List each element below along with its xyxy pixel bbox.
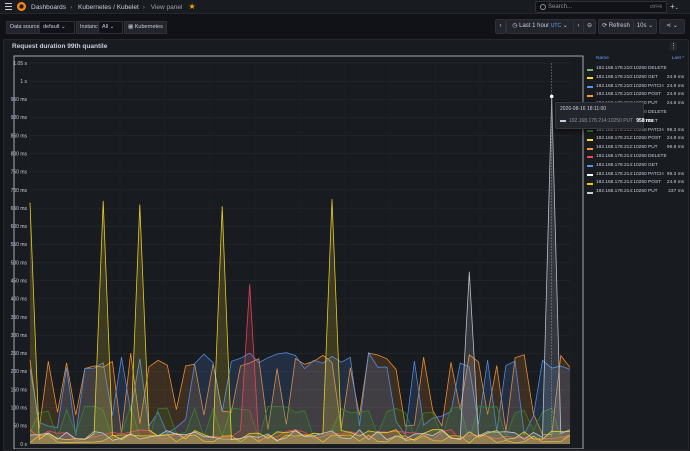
y-tick-label: 700 ms — [11, 188, 28, 194]
legend-swatch — [587, 130, 593, 133]
y-tick-label: 1 s — [20, 79, 27, 85]
legend-last-value: 24.9 ms — [666, 74, 684, 80]
y-tick-label: 750 ms — [11, 170, 28, 176]
tooltip-series: 192.168.178.214:10250 PUT — [569, 118, 634, 124]
legend-item[interactable]: 192.168.178.214:10250 GET — [587, 162, 690, 171]
y-tick-label: 1.05 s — [13, 61, 27, 67]
tooltip-value: 958 ms — [636, 118, 654, 124]
y-tick-label: 50 ms — [13, 424, 27, 430]
y-tick-label: 650 ms — [11, 206, 28, 212]
legend-item[interactable]: 192.168.178.210:10250 DELETE — [587, 65, 690, 74]
y-tick-label: 900 ms — [11, 115, 28, 121]
y-tick-label: 450 ms — [11, 279, 28, 285]
y-tick-label: 350 ms — [11, 315, 28, 321]
y-tick-label: 300 ms — [11, 333, 28, 339]
legend-last-value: 24.8 ms — [666, 101, 684, 107]
legend-swatch — [587, 94, 593, 97]
legend-swatch — [587, 86, 593, 89]
tooltip-swatch — [560, 119, 566, 122]
legend-last-value: 237 ms — [668, 189, 684, 195]
legend-series-name: 192.168.178.214:10250 PATCH — [596, 171, 664, 177]
legend-header: Name Last * — [587, 56, 690, 65]
legend-swatch — [587, 191, 593, 194]
legend-series-name: 192.168.178.212:10250 PUT — [596, 145, 658, 151]
hover-tooltip: 2026-08-16 18:11:00 192.168.178.214:1025… — [555, 102, 653, 129]
y-tick-label: 200 ms — [11, 369, 28, 375]
legend-item[interactable]: 192.168.178.214:10250 DELETE — [587, 153, 690, 162]
legend-item[interactable]: 192.168.178.210:10250 POST 24.8 ms — [587, 91, 690, 100]
legend-last-value: 99.3 ms — [666, 127, 684, 133]
legend-rows: 192.168.178.210:10250 DELETE 192.168.178.… — [587, 65, 690, 197]
legend-last-value: 96.8 ms — [666, 145, 684, 151]
legend-swatch — [587, 68, 593, 71]
legend-header-last[interactable]: Last * — [672, 56, 684, 61]
hover-point — [549, 94, 554, 99]
legend-last-value: 24.8 ms — [666, 92, 684, 98]
tooltip-row: 192.168.178.214:10250 PUT 958 ms — [560, 118, 653, 124]
legend-swatch — [587, 174, 593, 177]
y-tick-label: 250 ms — [11, 351, 28, 357]
y-tick-label: 950 ms — [11, 97, 28, 103]
legend-series-name: 192.168.178.214:10250 PUT — [596, 189, 658, 195]
legend-series-name: 192.168.178.214:10250 POST — [596, 180, 662, 186]
tooltip-time: 2026-08-16 18:11:00 — [560, 106, 607, 112]
legend-item[interactable]: 192.168.178.212:10250 POST 24.8 ms — [587, 135, 690, 144]
y-tick-label: 800 ms — [11, 152, 28, 158]
legend-item[interactable]: 192.168.178.214:10250 POST 24.8 ms — [587, 179, 690, 188]
y-tick-label: 550 ms — [11, 242, 28, 248]
legend-series-name: 192.168.178.210:10250 GET — [596, 74, 658, 80]
legend-header-name[interactable]: Name — [596, 56, 609, 61]
legend-series-name: 192.168.178.210:10250 DELETE — [596, 66, 667, 71]
legend-last-value: 24.8 ms — [666, 180, 684, 186]
legend-swatch — [587, 165, 593, 168]
legend-item[interactable]: 192.168.178.210:10250 GET 24.9 ms — [587, 74, 690, 83]
legend-swatch — [587, 182, 593, 185]
legend-item[interactable]: 192.168.178.210:10250 PATCH 24.8 ms — [587, 83, 690, 92]
legend-series-name: 192.168.178.210:10250 PATCH — [596, 83, 664, 89]
legend-series-name: 192.168.178.212:10250 POST — [596, 136, 662, 142]
legend-item[interactable]: 192.168.178.214:10250 PATCH 99.3 ms — [587, 171, 690, 180]
legend-series-name: 192.168.178.214:10250 GET — [596, 162, 658, 168]
legend-last-value: 24.8 ms — [666, 83, 684, 89]
legend-swatch — [587, 138, 593, 141]
legend-swatch — [587, 147, 593, 150]
y-tick-label: 0 s — [20, 442, 27, 448]
y-tick-label: 400 ms — [11, 297, 28, 303]
legend-swatch — [587, 77, 593, 80]
legend-swatch — [587, 156, 593, 159]
legend-last-value: 24.8 ms — [666, 136, 684, 142]
y-tick-label: 600 ms — [11, 224, 28, 230]
legend-last-value: 99.3 ms — [666, 171, 684, 177]
legend-series-name: 192.168.178.214:10250 DELETE — [596, 153, 667, 159]
y-tick-label: 100 ms — [11, 406, 28, 412]
y-tick-label: 500 ms — [11, 260, 28, 266]
legend-item[interactable]: 192.168.178.214:10250 PUT 237 ms — [587, 188, 690, 197]
legend-series-name: 192.168.178.210:10250 POST — [596, 92, 662, 98]
y-tick-label: 150 ms — [11, 387, 28, 393]
y-tick-label: 850 ms — [11, 133, 28, 139]
legend-item[interactable]: 192.168.178.212:10250 PUT 96.8 ms — [587, 144, 690, 153]
